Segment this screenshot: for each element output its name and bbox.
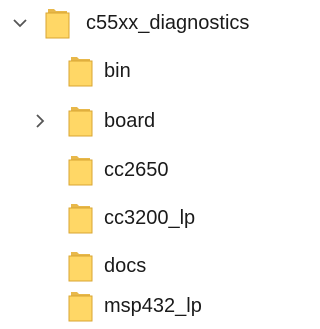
tree-item-cc3200-lp[interactable]: cc3200_lp <box>0 195 276 241</box>
tree-item-msp432-lp[interactable]: msp432_lp <box>0 283 276 329</box>
folder-icon <box>45 9 70 39</box>
folder-icon <box>68 156 93 186</box>
tree-item-label: bin <box>104 60 131 82</box>
tree-item-bin[interactable]: bin <box>0 48 276 94</box>
tree-item-label: cc2650 <box>104 159 169 181</box>
tree-item-label: c55xx_diagnostics <box>86 12 250 34</box>
tree-item-c55xx-diagnostics[interactable]: c55xx_diagnostics <box>0 0 276 46</box>
folder-icon <box>68 252 93 282</box>
folder-icon <box>68 292 93 322</box>
folder-tree: c55xx_diagnostics bin board cc2650 cc320… <box>0 0 276 329</box>
tree-item-board[interactable]: board <box>0 98 276 144</box>
tree-item-label: msp432_lp <box>104 295 202 317</box>
chevron-down-icon[interactable] <box>10 13 30 33</box>
folder-icon <box>68 57 93 87</box>
tree-item-label: cc3200_lp <box>104 207 196 229</box>
tree-item-cc2650[interactable]: cc2650 <box>0 147 276 193</box>
folder-icon <box>68 204 93 234</box>
tree-item-label: docs <box>104 255 147 277</box>
chevron-right-icon[interactable] <box>30 111 50 131</box>
tree-item-label: board <box>104 110 156 132</box>
folder-icon <box>68 107 93 137</box>
